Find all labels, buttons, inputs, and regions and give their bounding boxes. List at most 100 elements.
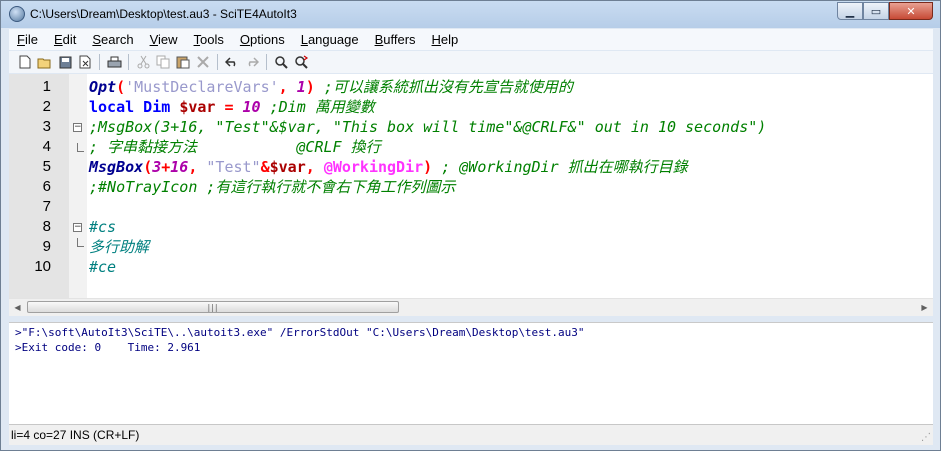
menu-help[interactable]: Help xyxy=(424,32,467,47)
close-file-button[interactable] xyxy=(75,52,95,72)
save-button[interactable] xyxy=(55,52,75,72)
paste-icon xyxy=(176,56,190,69)
open-button[interactable] xyxy=(35,52,55,72)
code-token: ;可以讓系統抓出沒有先宣告就使用的 xyxy=(323,78,573,96)
scroll-left-arrow-icon[interactable]: ◀ xyxy=(9,299,26,316)
toolbar-separator xyxy=(217,54,218,70)
menu-tools[interactable]: Tools xyxy=(186,32,232,47)
menu-view[interactable]: View xyxy=(142,32,186,47)
open-folder-icon xyxy=(37,58,51,68)
redo-icon xyxy=(248,57,259,67)
code-token: 'MustDeclareVars' xyxy=(125,78,279,96)
code-token: $var xyxy=(179,98,216,116)
close-icon: ✕ xyxy=(906,4,916,18)
menu-file[interactable]: File xyxy=(9,32,46,47)
code-token: ( xyxy=(116,78,126,96)
status-text: li=4 co=27 INS (CR+LF) xyxy=(11,428,140,442)
menu-search[interactable]: Search xyxy=(84,32,141,47)
line-number: 2 xyxy=(42,98,51,115)
menu-language[interactable]: Language xyxy=(293,32,367,47)
code-token: @WorkingDir xyxy=(323,158,424,176)
output-line: >"F:\soft\AutoIt3\SciTE\..\autoit3.exe" … xyxy=(15,326,585,339)
output-line: >Exit code: 0 Time: 2.961 xyxy=(15,341,201,354)
line-number: 1 xyxy=(42,78,51,95)
code-token: #ce xyxy=(89,258,117,276)
replace-icon xyxy=(294,55,308,69)
scite-window: C:\Users\Dream\Desktop\test.au3 - SciTE4… xyxy=(0,0,941,451)
scrollbar-thumb[interactable]: ||| xyxy=(27,301,399,313)
code-token: local Dim xyxy=(89,98,180,116)
code-token: ; @WorkingDir 抓出在哪執行目錄 xyxy=(441,158,688,176)
line-number: 4 xyxy=(42,138,51,155)
scite-app-icon[interactable] xyxy=(9,6,25,22)
output-pane[interactable]: >"F:\soft\AutoIt3\SciTE\..\autoit3.exe" … xyxy=(9,322,933,424)
code-token: 1 xyxy=(296,78,306,96)
code-token: 3 xyxy=(152,158,162,176)
code-token: , xyxy=(278,78,297,96)
code-token: ( xyxy=(143,158,153,176)
status-bar: li=4 co=27 INS (CR+LF) ⋰ xyxy=(9,424,933,445)
horizontal-scrollbar[interactable]: ◀ ||| ▶ xyxy=(9,298,933,316)
close-button[interactable]: ✕ xyxy=(889,2,933,20)
title-bar[interactable]: C:\Users\Dream\Desktop\test.au3 - SciTE4… xyxy=(1,1,940,28)
resize-grip-icon[interactable]: ⋰ xyxy=(921,432,931,443)
menu-options[interactable]: Options xyxy=(232,32,293,47)
toolbar xyxy=(9,51,933,73)
code-line[interactable]: #cs xyxy=(89,217,116,237)
new-file-button[interactable] xyxy=(15,52,35,72)
code-token: ;MsgBox(3+16, "Test"&$var, "This box wil… xyxy=(89,118,767,136)
fold-collapse-icon[interactable]: − xyxy=(73,123,82,132)
code-line[interactable]: #ce xyxy=(89,257,116,277)
copy-icon xyxy=(156,55,170,69)
code-line[interactable]: ; 字串黏接方法 @CRLF 換行 xyxy=(89,137,381,157)
line-number-margin[interactable]: 1 2 3 4 5 6 7 8 9 10 xyxy=(9,74,69,298)
code-line[interactable]: ;#NoTrayIcon ;有這行執行就不會右下角工作列圖示 xyxy=(89,177,455,197)
code-line[interactable]: ;MsgBox(3+16, "Test"&$var, "This box wil… xyxy=(89,117,766,137)
code-line[interactable]: MsgBox(3+16, "Test"&$var, @WorkingDir) ;… xyxy=(89,157,688,177)
cut-button[interactable] xyxy=(133,52,153,72)
fold-collapse-icon[interactable]: − xyxy=(73,223,82,232)
scroll-right-arrow-icon[interactable]: ▶ xyxy=(916,299,933,316)
menu-bar: File Edit Search View Tools Options Language Bu… xyxy=(9,29,933,50)
undo-button[interactable] xyxy=(222,52,242,72)
line-number: 8 xyxy=(42,218,51,235)
code-token: #cs xyxy=(89,218,117,236)
code-token: ; 字串黏接方法 @CRLF 換行 xyxy=(89,138,381,156)
toolbar-separator xyxy=(99,54,100,70)
maximize-icon: ▭ xyxy=(870,4,882,18)
menu-edit[interactable]: Edit xyxy=(46,32,84,47)
replace-button[interactable] xyxy=(291,52,311,72)
line-number: 10 xyxy=(34,258,51,275)
menu-buffers[interactable]: Buffers xyxy=(367,32,424,47)
line-number: 6 xyxy=(42,178,51,195)
redo-button[interactable] xyxy=(242,52,262,72)
code-token: + xyxy=(161,158,171,176)
line-number: 5 xyxy=(42,158,51,175)
copy-button[interactable] xyxy=(153,52,173,72)
code-token: ;Dim 萬用變數 xyxy=(260,98,375,116)
print-button[interactable] xyxy=(104,52,124,72)
close-file-icon xyxy=(79,55,90,69)
code-editor[interactable]: 1 2 3 4 5 6 7 8 9 10 − − Opt('MustDeclareVars', 1… xyxy=(9,74,933,298)
code-token: ) xyxy=(423,158,442,176)
code-line[interactable]: 多行助解 xyxy=(89,237,149,257)
undo-icon xyxy=(225,57,236,67)
code-line[interactable]: local Dim $var = 10 ;Dim 萬用變數 xyxy=(89,97,375,117)
paste-button[interactable] xyxy=(173,52,193,72)
find-button[interactable] xyxy=(271,52,291,72)
search-icon xyxy=(275,56,288,69)
minimize-button[interactable]: ▁ xyxy=(837,2,863,20)
code-token: , xyxy=(305,158,324,176)
code-token: 10 xyxy=(242,98,261,116)
code-line[interactable]: Opt('MustDeclareVars', 1) ;可以讓系統抓出沒有先宣告就… xyxy=(89,77,573,97)
save-icon xyxy=(59,56,71,68)
code-token: "Test" xyxy=(206,158,261,176)
minimize-icon: ▁ xyxy=(845,4,855,18)
maximize-button[interactable]: ▭ xyxy=(863,2,889,20)
code-token: ;#NoTrayIcon ;有這行執行就不會右下角工作列圖示 xyxy=(89,178,456,196)
delete-x-icon xyxy=(197,56,209,68)
code-token: 多行助解 xyxy=(89,238,150,256)
delete-button[interactable] xyxy=(193,52,213,72)
fold-end-marker xyxy=(77,238,84,247)
fold-margin[interactable] xyxy=(69,74,87,298)
